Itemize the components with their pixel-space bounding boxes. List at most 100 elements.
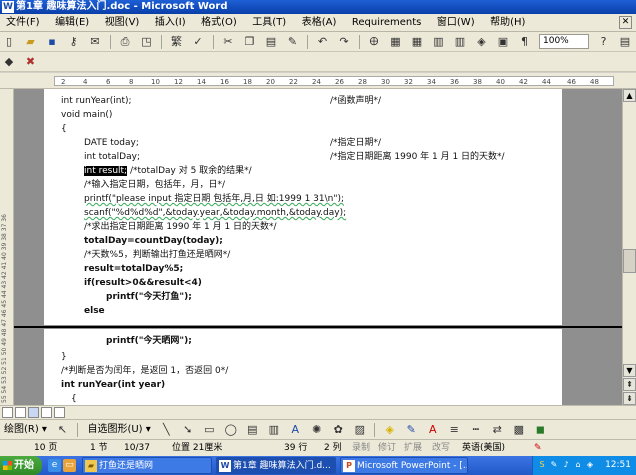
- tables-borders-icon[interactable]: ▦: [388, 34, 404, 50]
- rectangle-icon[interactable]: ▭: [201, 422, 217, 438]
- copy-icon[interactable]: ❐: [242, 34, 258, 50]
- scroll-down-icon[interactable]: ▼: [623, 364, 636, 377]
- toolbar-cross-icon[interactable]: ✖: [23, 54, 39, 70]
- columns-icon[interactable]: ▥: [452, 34, 468, 50]
- next-page-icon[interactable]: ⇟: [623, 392, 636, 405]
- toolbar-diamond-icon[interactable]: ◆: [1, 54, 17, 70]
- hyperlink-icon[interactable]: 🜨: [366, 34, 382, 50]
- cut-icon[interactable]: ✂: [220, 34, 236, 50]
- tray-s-icon[interactable]: S: [537, 460, 547, 470]
- scroll-up-icon[interactable]: ▲: [623, 89, 636, 102]
- menu-window[interactable]: 窗口(W): [431, 14, 481, 32]
- vertical-scrollbar[interactable]: ▲ ▼ ⇞ ⇟: [622, 89, 636, 405]
- help-icon[interactable]: ?: [596, 34, 612, 50]
- tray-volume-icon[interactable]: ♪: [561, 460, 571, 470]
- insert-table-icon[interactable]: ▦: [409, 34, 425, 50]
- arrow-icon[interactable]: ➘: [180, 422, 196, 438]
- open-folder-icon[interactable]: ▰: [23, 34, 39, 50]
- print-preview-icon[interactable]: ◳: [139, 34, 155, 50]
- line-style-icon[interactable]: ≡: [446, 422, 462, 438]
- spelling-icon[interactable]: ✓: [190, 34, 206, 50]
- vertical-text-box-icon[interactable]: ▥: [266, 422, 282, 438]
- diagram-icon[interactable]: ✺: [309, 422, 325, 438]
- tray-network-icon[interactable]: ⌂: [573, 460, 583, 470]
- dash-style-icon[interactable]: ┅: [468, 422, 484, 438]
- task-powerpoint-button[interactable]: P Microsoft PowerPoint - [...: [340, 457, 468, 474]
- start-button[interactable]: 开始: [0, 456, 42, 475]
- tray-shield-icon[interactable]: ◈: [585, 460, 595, 470]
- menu-tools[interactable]: 工具(T): [246, 14, 292, 32]
- insert-excel-icon[interactable]: ▥: [431, 34, 447, 50]
- line-color-icon[interactable]: ✎: [403, 422, 419, 438]
- permission-icon[interactable]: ⚷: [66, 34, 82, 50]
- select-objects-icon[interactable]: ↖: [54, 422, 70, 438]
- previous-page-icon[interactable]: ⇞: [623, 378, 636, 391]
- word-app-icon[interactable]: W: [2, 1, 14, 13]
- status-record[interactable]: 录制: [352, 440, 370, 456]
- document-map-icon[interactable]: ▣: [495, 34, 511, 50]
- selected-text[interactable]: int result;: [84, 166, 128, 176]
- menu-insert[interactable]: 插入(I): [149, 14, 192, 32]
- fill-color-icon[interactable]: ◈: [382, 422, 398, 438]
- document-page[interactable]: printf("今天晒网"); } /*判断是否为闰年，是返回 1，否返回 0*…: [44, 329, 562, 405]
- research-icon[interactable]: 繁: [169, 34, 185, 50]
- redo-icon[interactable]: ↷: [336, 34, 352, 50]
- paste-icon[interactable]: ▤: [263, 34, 279, 50]
- oval-icon[interactable]: ◯: [223, 422, 239, 438]
- vertical-ruler[interactable]: 55 54 53 52 51 50 49 48 47 46 45 44 43 4…: [0, 89, 14, 405]
- 3d-style-icon[interactable]: ◼: [532, 422, 548, 438]
- arrow-style-icon[interactable]: ⇄: [489, 422, 505, 438]
- code-comment: /*输入指定日期，包括年，月，日*/: [84, 180, 226, 190]
- menu-table[interactable]: 表格(A): [296, 14, 343, 32]
- horizontal-scrollbar[interactable]: [0, 405, 636, 419]
- clip-art-icon[interactable]: ✿: [330, 422, 346, 438]
- task-folder-button[interactable]: ▰ 打鱼还是晒网: [82, 457, 212, 474]
- zoom-select[interactable]: 100%: [539, 34, 589, 49]
- ie-icon[interactable]: e: [48, 459, 61, 472]
- spelling-status-icon[interactable]: ✎: [534, 440, 542, 456]
- show-desktop-icon[interactable]: ▭: [63, 459, 76, 472]
- ruler-tick: 36: [450, 78, 459, 86]
- print-icon[interactable]: ⎙: [117, 34, 133, 50]
- document-area[interactable]: int runYear(int); /*函数声明*/ void main() {…: [14, 89, 622, 405]
- ruler-tick: 46: [567, 78, 576, 86]
- format-painter-icon[interactable]: ✎: [285, 34, 301, 50]
- new-document-icon[interactable]: ▯: [1, 34, 17, 50]
- email-icon[interactable]: ✉: [87, 34, 103, 50]
- read-mode-icon[interactable]: ▤: [617, 34, 633, 50]
- shadow-style-icon[interactable]: ▩: [511, 422, 527, 438]
- wordart-icon[interactable]: A: [287, 422, 303, 438]
- print-layout-view-icon[interactable]: [28, 407, 39, 418]
- scroll-thumb[interactable]: [623, 249, 636, 273]
- powerpoint-icon: P: [343, 460, 355, 472]
- tray-pen-icon[interactable]: ✎: [549, 460, 559, 470]
- web-view-icon[interactable]: [15, 407, 26, 418]
- show-hide-icon[interactable]: ¶: [517, 34, 533, 50]
- menu-format[interactable]: 格式(O): [195, 14, 243, 32]
- drawing-icon[interactable]: ◈: [474, 34, 490, 50]
- save-icon[interactable]: ▪: [44, 34, 60, 50]
- autoshapes-menu-button[interactable]: 自选图形(U) ▾: [83, 420, 153, 439]
- close-document-icon[interactable]: ✕: [619, 16, 632, 29]
- menu-edit[interactable]: 编辑(E): [49, 14, 95, 32]
- status-overtype[interactable]: 改写: [432, 440, 450, 456]
- text-box-icon[interactable]: ▤: [244, 422, 260, 438]
- menu-view[interactable]: 视图(V): [99, 14, 146, 32]
- status-extend[interactable]: 扩展: [404, 440, 422, 456]
- line-icon[interactable]: ╲: [158, 422, 174, 438]
- status-page-count: 10/37: [124, 443, 150, 453]
- font-color-icon[interactable]: A: [425, 422, 441, 438]
- outline-view-icon[interactable]: [41, 407, 52, 418]
- document-page[interactable]: int runYear(int); /*函数声明*/ void main() {…: [44, 89, 562, 325]
- horizontal-ruler[interactable]: 2 4 6 8 10 12 14 16 18 20 22 24 26 28 30…: [0, 73, 636, 89]
- menu-help[interactable]: 帮助(H): [484, 14, 531, 32]
- normal-view-icon[interactable]: [2, 407, 13, 418]
- menu-file[interactable]: 文件(F): [0, 14, 46, 32]
- task-word-button[interactable]: W 第1章 趣味算法入门.d...: [216, 457, 336, 474]
- menu-requirements[interactable]: Requirements: [346, 14, 428, 32]
- undo-icon[interactable]: ↶: [315, 34, 331, 50]
- status-track-changes[interactable]: 修订: [378, 440, 396, 456]
- picture-icon[interactable]: ▨: [352, 422, 368, 438]
- draw-menu-button[interactable]: 绘图(R) ▾: [0, 420, 50, 439]
- reading-view-icon[interactable]: [54, 407, 65, 418]
